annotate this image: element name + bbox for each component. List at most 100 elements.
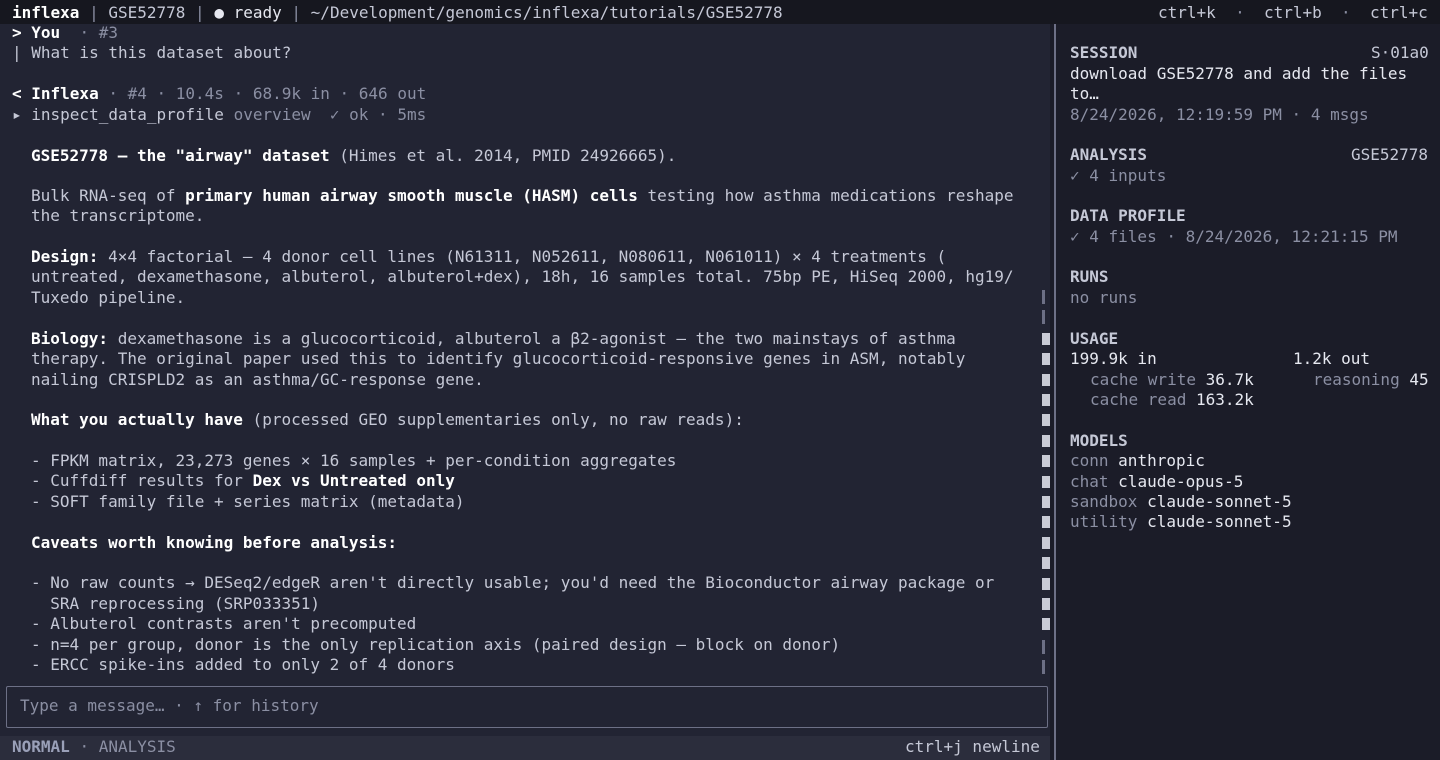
model-value: anthropic: [1118, 451, 1205, 470]
caveats-heading: Caveats worth knowing before analysis:: [31, 533, 397, 553]
separator: ·: [1215, 3, 1264, 22]
stat-value: 163.2k: [1195, 390, 1254, 409]
usage-out: 1.2k out: [1293, 349, 1371, 368]
separator: |: [79, 3, 109, 22]
scroll-segment: [1042, 496, 1050, 508]
text-span: Bulk RNA-seq of: [31, 186, 186, 205]
scroll-segment: [1042, 374, 1050, 386]
paragraph-title: GSE52778 — the "airway" dataset (Himes e…: [31, 146, 676, 166]
working-directory: ~/Development/genomics/inflexa/tutorials…: [310, 3, 783, 22]
analysis-label: ANALYSIS: [1070, 145, 1147, 165]
session-title-line1[interactable]: download GSE52778 and add the files: [1070, 64, 1407, 84]
section-heading: DATA PROFILE: [1070, 206, 1186, 225]
user-prefix: > You: [12, 23, 61, 42]
terminal-window: inflexa | GSE52778 | ● ready | ~/Develop…: [0, 0, 1440, 760]
runs-label: RUNS: [1070, 267, 1109, 287]
list-item: - ERCC spike-ins added to only 2 of 4 do…: [31, 655, 455, 674]
scroll-segment: [1042, 476, 1050, 488]
text-span: dexamethasone is a glucocorticoid, albut…: [108, 329, 956, 348]
have-label: What you actually have: [31, 410, 243, 429]
design-label: Design:: [31, 247, 99, 266]
top-bar-shortcuts: ctrl+k · ctrl+b · ctrl+c: [1158, 3, 1428, 23]
paragraph-design-line2: untreated, dexamethasone, albuterol, alb…: [31, 267, 1014, 286]
analysis-id: GSE52778: [1351, 145, 1429, 164]
tool-call-row[interactable]: ▸ inspect_data_profile overview ✓ ok · 5…: [12, 105, 426, 125]
stat-value: 36.7k: [1205, 370, 1254, 389]
user-message-id: · #3: [79, 23, 118, 42]
scroll-segment: [1042, 353, 1050, 365]
stat-label: cache write: [1090, 370, 1196, 389]
cell-type: primary human airway smooth muscle (HASM…: [185, 186, 638, 205]
status-dot-icon: ●: [214, 3, 224, 22]
model-chat: chat claude-opus-5: [1070, 472, 1243, 492]
model-key: conn: [1070, 451, 1109, 470]
list-item: - FPKM matrix, 23,273 genes × 16 samples…: [31, 451, 677, 470]
status-text: ready: [233, 3, 282, 22]
separator: |: [185, 3, 215, 22]
paragraph-summary-line2: the transcriptome.: [31, 206, 205, 225]
models-label: MODELS: [1070, 431, 1128, 451]
dataset-citation: (Himes et al. 2014, PMID 24926665).: [329, 146, 677, 165]
separator: ·: [1321, 3, 1370, 22]
context-indicator: · ANALYSIS: [79, 737, 176, 756]
scroll-segment: [1042, 516, 1050, 528]
scroll-segment: [1042, 435, 1050, 447]
shortcut-ctrl-c[interactable]: ctrl+c: [1370, 3, 1428, 22]
scroll-segment: [1042, 333, 1050, 345]
usage-in: 199.9k in: [1070, 349, 1157, 368]
model-sandbox: sandbox claude-sonnet-5: [1070, 492, 1292, 512]
usage-label: USAGE: [1070, 329, 1118, 349]
section-heading: RUNS: [1070, 267, 1109, 286]
scroll-segment: [1042, 598, 1050, 610]
model-value: claude-sonnet-5: [1147, 492, 1292, 511]
shortcut-ctrl-b[interactable]: ctrl+b: [1264, 3, 1322, 22]
dataset-id: GSE52778: [108, 3, 186, 22]
caveats-label: Caveats worth knowing before analysis:: [31, 533, 398, 552]
paragraph-design-line1: Design: 4×4 factorial — 4 donor cell lin…: [31, 247, 946, 267]
cache-write: cache write 36.7k: [1090, 370, 1254, 390]
scroll-segment: [1042, 557, 1050, 569]
assistant-message-header: < Inflexa · #4 · 10.4s · 68.9k in · 646 …: [12, 84, 426, 104]
scroll-segment: [1042, 310, 1045, 324]
section-heading: SESSION: [1070, 43, 1138, 62]
tool-name: ▸ inspect_data_profile: [12, 105, 224, 124]
paragraph-biology-line2: therapy. The original paper used this to…: [31, 349, 966, 368]
tool-arg: overview: [233, 105, 311, 124]
scroll-segment: [1042, 578, 1050, 590]
cache-read: cache read 163.2k: [1090, 390, 1254, 410]
scroll-segment: [1042, 618, 1050, 630]
shortcut-ctrl-k[interactable]: ctrl+k: [1158, 3, 1216, 22]
user-message-text: | What is this dataset about?: [12, 43, 292, 62]
assistant-prefix: < Inflexa: [12, 84, 99, 103]
model-conn: conn anthropic: [1070, 451, 1205, 471]
session-meta: 8/24/2026, 12:19:59 PM · 4 msgs: [1070, 105, 1369, 124]
scroll-segment: [1042, 394, 1050, 406]
model-key: chat: [1070, 472, 1109, 491]
text-span: 4×4 factorial — 4 donor cell lines (N613…: [98, 247, 947, 266]
model-value: claude-sonnet-5: [1147, 512, 1292, 531]
session-id: S·01a0: [1371, 43, 1429, 62]
analysis-inputs: ✓ 4 inputs: [1070, 166, 1167, 185]
paragraph-biology-line3: nailing CRISPLD2 as an asthma/GC-respons…: [31, 370, 484, 389]
list-item: - Albuterol contrasts aren't precomputed: [31, 614, 417, 633]
session-title-line2[interactable]: to…: [1070, 84, 1099, 104]
scroll-segment: [1042, 660, 1045, 674]
tool-status: ✓ ok · 5ms: [329, 105, 427, 124]
scroll-segment: [1042, 414, 1050, 426]
runs-value: no runs: [1070, 288, 1138, 307]
mode-indicator: NORMAL: [12, 737, 70, 756]
list-item: - n=4 per group, donor is the only repli…: [31, 635, 841, 654]
list-item: - No raw counts → DESeq2/edgeR aren't di…: [31, 573, 995, 592]
scroll-segment: [1042, 455, 1050, 467]
section-heading: USAGE: [1070, 329, 1119, 348]
scroll-segment: [1042, 537, 1050, 549]
top-bar-left: inflexa | GSE52778 | ● ready | ~/Develop…: [12, 3, 783, 23]
model-key: sandbox: [1070, 492, 1138, 511]
scroll-segment: [1042, 640, 1045, 654]
section-heading: ANALYSIS: [1070, 145, 1148, 164]
dataset-title: GSE52778 — the "airway" dataset: [31, 146, 330, 165]
paragraph-have: What you actually have (processed GEO su…: [31, 410, 744, 430]
model-value: claude-opus-5: [1118, 472, 1244, 491]
paragraph-biology-line1: Biology: dexamethasone is a glucocortico…: [31, 329, 956, 349]
session-label: SESSION: [1070, 43, 1137, 63]
